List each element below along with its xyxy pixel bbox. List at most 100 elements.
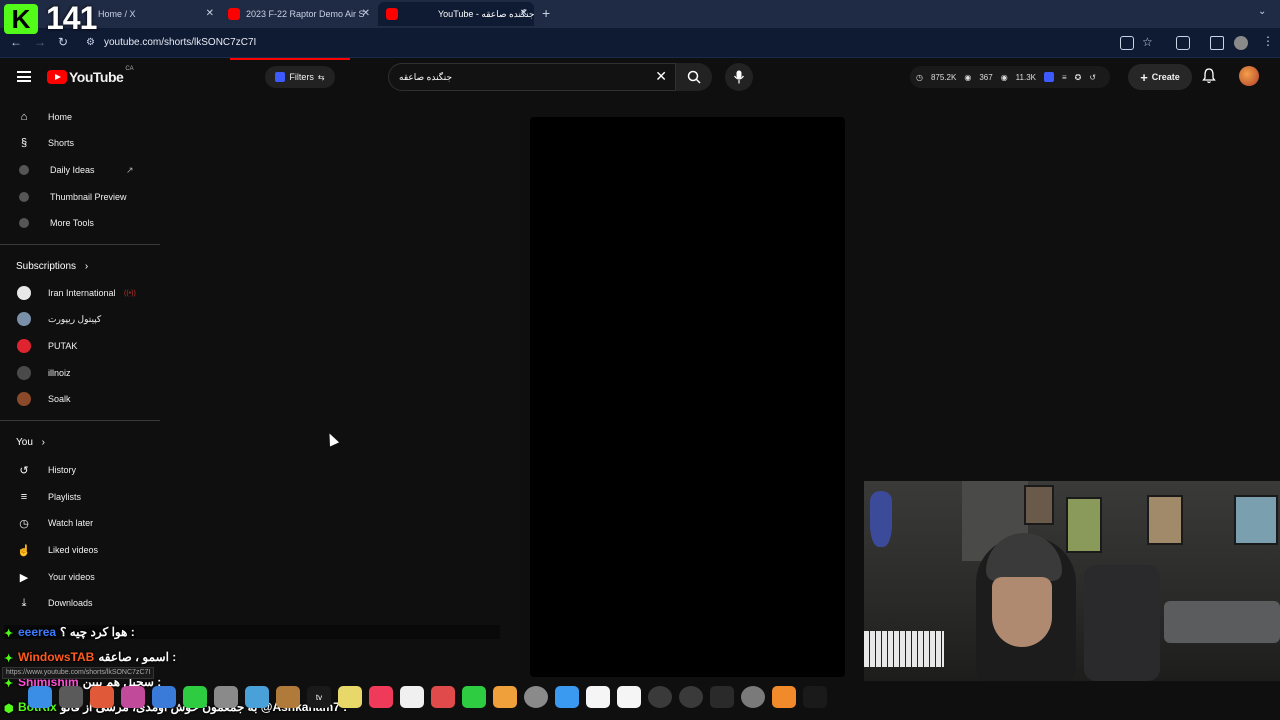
messages-icon[interactable]	[183, 686, 207, 708]
award-icon[interactable]: ✪	[1075, 73, 1082, 82]
sidebar-item-watch-later[interactable]: ◷ Watch later	[0, 510, 160, 536]
picture-frame	[1147, 495, 1183, 545]
sidebar-item-label: Iran International	[48, 288, 116, 298]
tab-search-chevron-icon[interactable]: ⌄	[1258, 6, 1266, 17]
settings-icon[interactable]	[524, 686, 548, 708]
site-info-icon[interactable]: ⚙	[86, 37, 95, 48]
sidebar-item-thumbnail-preview[interactable]: Thumbnail Preview	[0, 184, 160, 210]
sidebar-item-subscription[interactable]: Soalk	[0, 386, 160, 412]
mail-icon[interactable]	[152, 686, 176, 708]
tab-youtube-search[interactable]: YouTube - جنگنده صاعقه ✕	[378, 2, 534, 26]
media-control-icon[interactable]	[1210, 36, 1224, 50]
filters-button[interactable]: Filters ⇆	[265, 66, 335, 88]
search-box[interactable]: جنگنده صاعقه ✕	[388, 63, 676, 91]
sidebar-item-downloads[interactable]: ⤓ Downloads	[0, 590, 160, 616]
chatgpt-icon[interactable]	[648, 686, 672, 708]
obs-icon[interactable]	[679, 686, 703, 708]
fl-studio-icon[interactable]	[772, 686, 796, 708]
close-tab-icon[interactable]: ✕	[362, 8, 370, 19]
unity-icon[interactable]	[710, 686, 734, 708]
bot-badge-icon: ⬢	[4, 703, 14, 715]
sidebar-item-home[interactable]: ⌂ Home	[0, 104, 160, 130]
reload-icon[interactable]: ↻	[58, 35, 68, 49]
install-icon[interactable]	[1120, 36, 1134, 50]
stat-subs: 11.3K	[1015, 72, 1036, 82]
video-icon: ▶	[19, 571, 29, 584]
numbers-icon[interactable]	[462, 686, 486, 708]
contacts-icon[interactable]	[214, 686, 238, 708]
sidebar-item-label: Daily Ideas	[50, 165, 95, 175]
music-icon[interactable]	[369, 686, 393, 708]
close-tab-icon[interactable]: ✕	[206, 8, 214, 19]
launchpad-icon[interactable]	[59, 686, 83, 708]
you-header[interactable]: You ›	[16, 437, 45, 448]
sidebar-item-liked-videos[interactable]: ☝ Liked videos	[0, 537, 160, 563]
search-button[interactable]	[676, 63, 712, 91]
finder-icon[interactable]	[28, 686, 52, 708]
photos-icon[interactable]	[121, 686, 145, 708]
extension-icon[interactable]	[1043, 72, 1054, 82]
back-arrow-icon[interactable]: ←	[10, 35, 22, 49]
word-icon[interactable]	[245, 686, 269, 708]
notion-calendar-icon[interactable]	[617, 686, 641, 708]
browser-menu-icon[interactable]: ⋮	[1262, 34, 1274, 48]
sidebar-divider	[0, 244, 160, 245]
news-icon[interactable]	[431, 686, 455, 708]
notes-icon[interactable]	[276, 686, 300, 708]
capcut-icon[interactable]	[803, 686, 827, 708]
tab-f22-video[interactable]: 2023 F-22 Raptor Demo Air S ✕	[220, 2, 376, 26]
app-store-icon[interactable]	[555, 686, 579, 708]
close-tab-icon[interactable]: ✕	[520, 8, 528, 19]
external-link-icon: ↗	[126, 164, 134, 175]
tab-title: Home / X	[98, 9, 136, 19]
picture-frame	[1234, 495, 1278, 545]
chevron-right-icon: ›	[41, 437, 45, 448]
sidebar-item-history[interactable]: ↺ History	[0, 457, 160, 483]
channel-stats-widget[interactable]: ◷ 875.2K ◉ 367 ◉ 11.3K ≡ ✪ ↺	[910, 66, 1110, 88]
notifications-bell-icon[interactable]	[1202, 68, 1216, 84]
disk-utility-icon[interactable]	[741, 686, 765, 708]
menu-hamburger-icon[interactable]	[17, 71, 31, 82]
forward-arrow-icon[interactable]: →	[34, 35, 46, 49]
webcam-overlay	[864, 481, 1280, 681]
bookmark-star-icon[interactable]: ☆	[1142, 35, 1153, 49]
tab-home-x[interactable]: Home / X ✕	[90, 2, 220, 26]
clear-search-icon[interactable]: ✕	[655, 68, 667, 85]
extensions-icon[interactable]	[1176, 36, 1190, 50]
voice-search-button[interactable]	[725, 63, 753, 91]
sidebar-item-playlists[interactable]: ≡ Playlists	[0, 484, 160, 510]
shorts-video-player[interactable]	[530, 117, 845, 677]
sidebar-item-subscription[interactable]: illnoiz	[0, 360, 160, 386]
list-icon[interactable]: ≡	[1062, 73, 1067, 82]
sidebar-item-subscription[interactable]: کپیتول ریپورت	[0, 306, 160, 332]
sidebar-item-shorts[interactable]: § Shorts	[0, 130, 160, 156]
macos-dock: tv	[26, 684, 866, 710]
piano-keyboard	[864, 631, 944, 667]
country-code: CA	[125, 66, 134, 72]
url-text[interactable]: youtube.com/shorts/lkSONC7zC7I	[104, 37, 256, 48]
chat-text: اسمو ، صاعقه :	[98, 650, 177, 664]
chrome-icon[interactable]	[90, 686, 114, 708]
channel-avatar	[17, 312, 31, 326]
profile-avatar-icon[interactable]	[1234, 36, 1248, 50]
sidebar-item-subscription[interactable]: PUTAK	[0, 333, 160, 359]
youtube-logo[interactable]: YouTube CA	[47, 66, 134, 85]
apple-tv-icon[interactable]: tv	[307, 686, 331, 708]
sidebar-item-your-videos[interactable]: ▶ Your videos	[0, 564, 160, 590]
sidebar-item-label: کپیتول ریپورت	[48, 313, 102, 324]
stickies-icon[interactable]	[338, 686, 362, 708]
kick-badge-icon: ✦	[4, 628, 14, 640]
sidebar-item-daily-ideas[interactable]: Daily Ideas ↗	[0, 157, 160, 183]
search-input[interactable]: جنگنده صاعقه	[399, 72, 452, 83]
sidebar-item-subscription[interactable]: Iran International ((•))	[0, 280, 160, 306]
pages-icon[interactable]	[493, 686, 517, 708]
subscriptions-header[interactable]: Subscriptions ›	[16, 261, 88, 272]
calendar-icon[interactable]	[400, 686, 424, 708]
stat-watching: 367	[979, 72, 993, 82]
notion-icon[interactable]	[586, 686, 610, 708]
new-tab-button[interactable]: +	[542, 5, 550, 21]
account-avatar[interactable]	[1239, 66, 1259, 86]
sidebar-item-more-tools[interactable]: More Tools	[0, 210, 160, 236]
create-button[interactable]: + Create	[1128, 64, 1192, 90]
refresh-icon[interactable]: ↺	[1089, 73, 1096, 82]
